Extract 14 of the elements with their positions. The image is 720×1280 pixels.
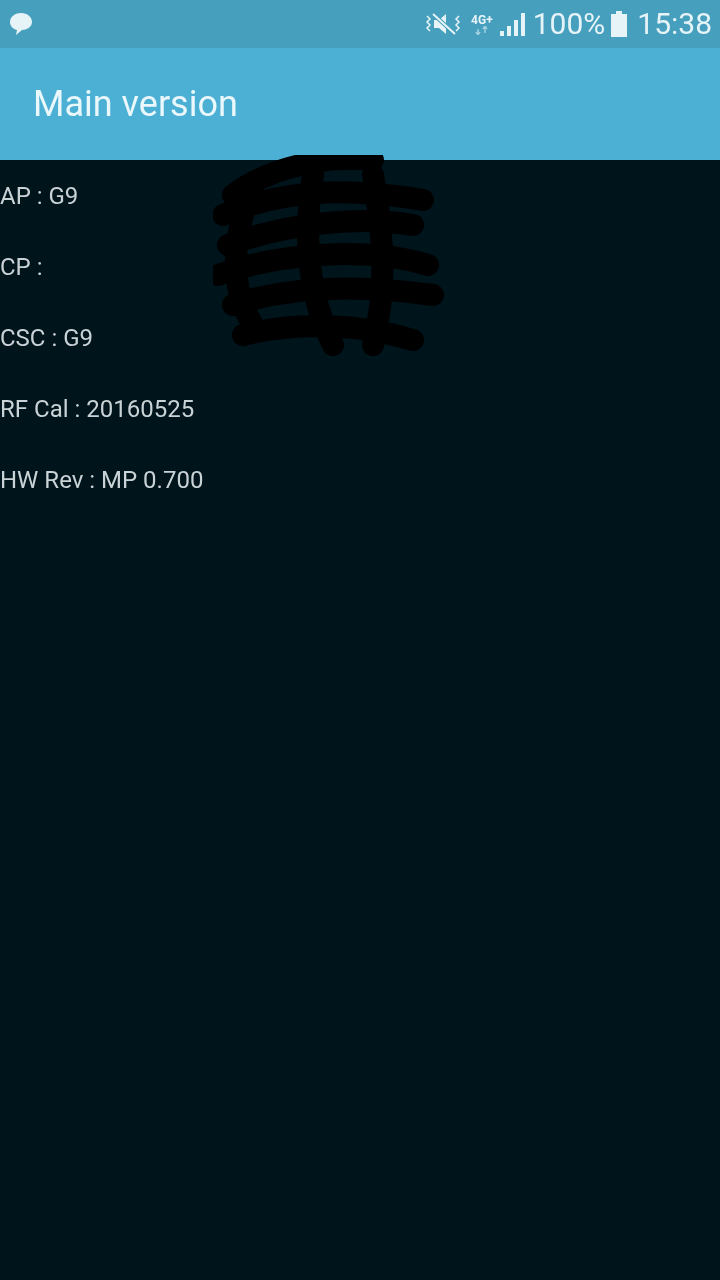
network-type: 4G+ bbox=[471, 13, 493, 26]
info-line: CP : bbox=[0, 251, 43, 283]
mute-vibrate-icon bbox=[425, 11, 462, 37]
app-bar-title: Main version bbox=[33, 82, 238, 127]
data-arrows-icon bbox=[474, 25, 489, 35]
info-line: AP : G9 bbox=[0, 180, 79, 212]
info-line: HW Rev : MP 0.700 bbox=[0, 464, 204, 496]
signal-icon bbox=[498, 12, 525, 36]
info-line: CSC : G9 bbox=[0, 322, 94, 354]
chat-bubble-icon bbox=[8, 11, 34, 37]
battery-percent: 100% bbox=[532, 9, 606, 39]
clock: 15:38 bbox=[637, 9, 712, 39]
battery-icon bbox=[611, 11, 628, 37]
info-line: RF Cal : 20160525 bbox=[0, 393, 195, 425]
